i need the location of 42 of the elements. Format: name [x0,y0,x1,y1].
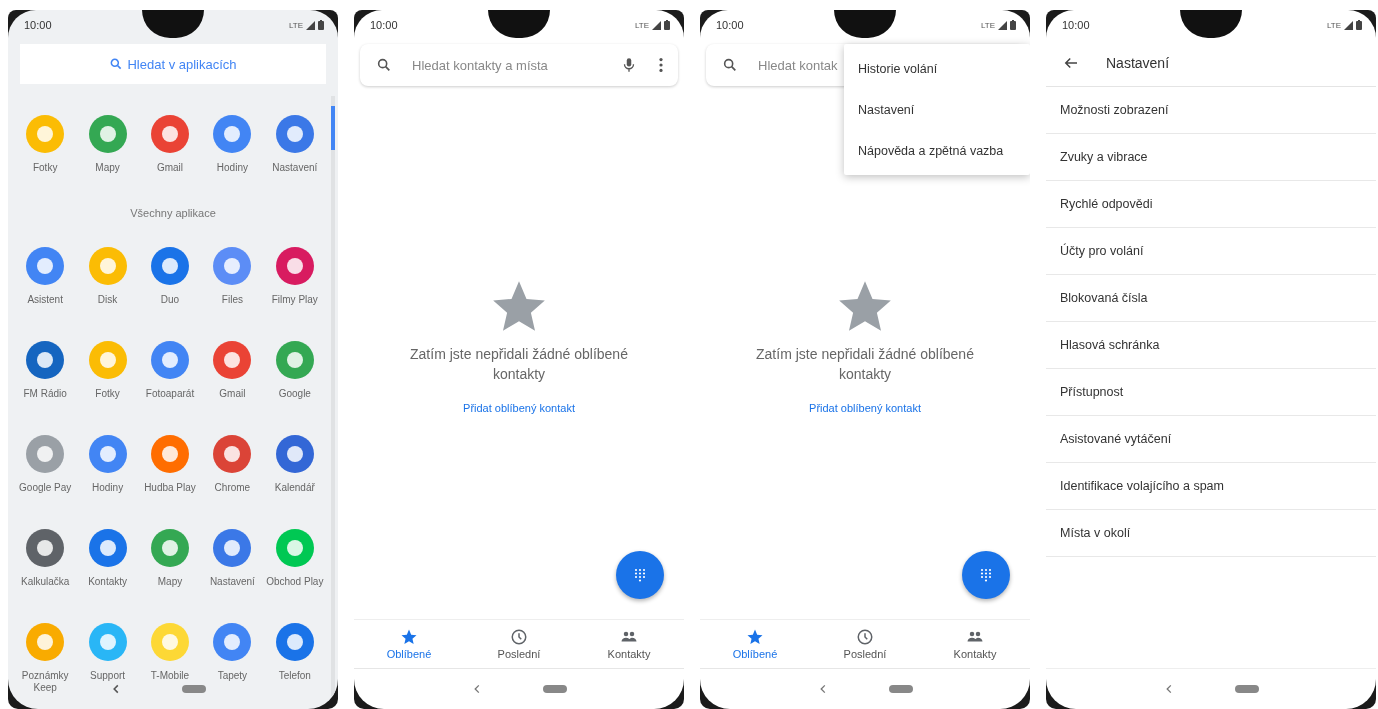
app-label: Files [220,294,244,306]
page-title: Nastavení [1106,55,1170,71]
status-time: 10:00 [716,19,744,31]
network-label: LTE [1326,20,1341,30]
app-label: Obchod Play [265,576,325,588]
app-label: Mapy [156,576,184,588]
app-label: T-Mobile [149,670,191,682]
app-label: Nastavení [271,162,319,174]
app-label: Gmail [218,388,247,400]
app-label: Kalendář [273,482,316,494]
empty-message: Zatím jste nepřidali žádné oblíbené kontakty [409,345,629,384]
status-time: 10:00 [1062,19,1090,31]
app-label: Poznámky Keep [20,670,70,694]
app-label: Chrome [213,482,252,494]
app-label: Google [277,388,312,400]
app-label: Hodiny [91,482,125,494]
app-label: Telefon [277,670,312,682]
empty-message: Zatím jste nepřidali žádné oblíbené kontakty [755,345,975,384]
app-label: Google Pay [18,482,73,494]
app-label: Hodiny [215,162,249,174]
network-label: LTE [980,20,995,30]
app-label: Asistent [26,294,64,306]
section-title: Všechny aplikace [129,206,217,220]
status-time: 10:00 [370,19,398,31]
app-label: Tapety [216,670,249,682]
network-label: LTE [634,20,649,30]
app-label: Support [89,670,127,682]
app-label: Gmail [155,162,185,174]
app-label: Hudba Play [143,482,197,494]
app-label: Nastavení [208,576,256,588]
app-label: Duo [159,294,181,306]
network-label: LTE [288,20,303,30]
status-time: 10:00 [24,19,52,31]
app-label: Fotky [94,388,121,400]
app-label: Kalkulačka [20,576,71,588]
app-label: Filmy Play [270,294,319,306]
app-label: Disk [96,294,119,306]
app-label: Kontakty [87,576,129,588]
app-label: FM Rádio [22,388,68,400]
app-label: Mapy [94,162,121,174]
app-label: Fotky [31,162,59,174]
app-label: Fotoaparát [144,388,196,400]
